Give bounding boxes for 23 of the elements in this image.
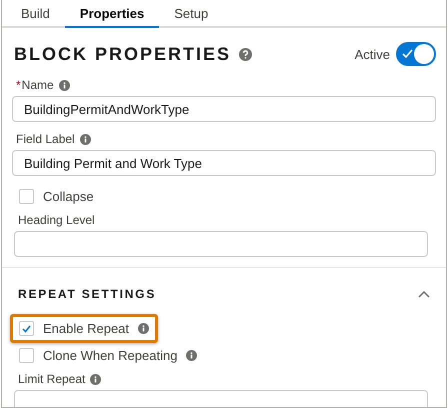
chevron-icon[interactable] bbox=[418, 290, 430, 298]
active-label: Active bbox=[354, 46, 390, 62]
text-field[interactable]: Building Permit and Work Type bbox=[12, 150, 436, 176]
checkbox[interactable] bbox=[19, 321, 34, 336]
field-label: Limit Repeat bbox=[18, 372, 86, 386]
tab[interactable]: Setup bbox=[159, 0, 224, 28]
tab[interactable]: Properties bbox=[64, 0, 160, 28]
field-label: Name bbox=[22, 78, 54, 92]
checkbox[interactable] bbox=[19, 189, 34, 204]
checkbox[interactable] bbox=[19, 348, 34, 363]
checkmark-icon bbox=[22, 324, 31, 332]
text-field[interactable]: BuildingPermitAndWorkType bbox=[12, 96, 436, 122]
checkbox-label: Enable Repeat bbox=[43, 321, 130, 336]
section-title: BLOCK PROPERTIES bbox=[14, 44, 232, 64]
field-label: Heading Level bbox=[18, 213, 95, 227]
text-field[interactable] bbox=[14, 231, 428, 257]
tab[interactable]: Build bbox=[6, 0, 65, 28]
checkbox-label: Collapse bbox=[43, 189, 94, 204]
field-label: Field Label bbox=[16, 132, 75, 146]
section-title: REPEAT SETTINGS bbox=[18, 287, 156, 301]
checkbox-label: Clone When Repeating bbox=[43, 348, 178, 363]
required-mark: * bbox=[16, 78, 21, 92]
active-toggle[interactable] bbox=[396, 42, 436, 66]
